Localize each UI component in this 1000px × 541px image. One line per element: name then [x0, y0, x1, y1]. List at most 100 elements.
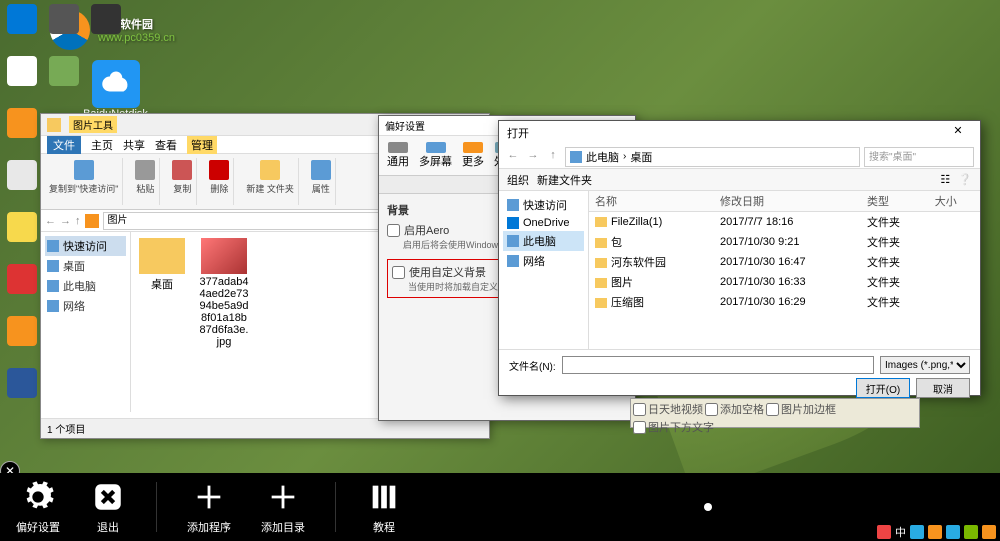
fm-item-image[interactable]: 377adab44aed2e7394be5a9d8f01a18b87d6fa3e… — [199, 238, 249, 348]
nav-up-icon[interactable]: ↑ — [75, 215, 81, 227]
col-size[interactable]: 大小 — [929, 191, 980, 212]
sidebar-quick[interactable]: 快速访问 — [45, 236, 126, 256]
file-row[interactable]: FileZilla(1)2017/7/7 18:16文件夹 — [589, 212, 980, 233]
sidebar-desktop[interactable]: 桌面 — [45, 256, 126, 276]
ime-indicator[interactable]: 中 — [895, 524, 906, 540]
dock-add-dir[interactable]: 添加目录 — [261, 479, 305, 535]
open-side-quick[interactable]: 快速访问 — [503, 195, 584, 215]
dock-preferences[interactable]: 偏好设置 — [16, 479, 60, 535]
fm-item-folder[interactable]: 桌面 — [137, 238, 187, 292]
tray-icon[interactable] — [910, 525, 924, 539]
fm-menu-file[interactable]: 文件 — [47, 136, 81, 154]
desktop-icon[interactable] — [4, 212, 40, 262]
open-search[interactable]: 搜索"桌面" — [864, 147, 974, 167]
qa-check[interactable]: 图片加边框 — [766, 401, 836, 417]
qa-check[interactable]: 图片下方文字 — [633, 419, 714, 435]
file-row[interactable]: 压缩图2017/10/30 16:29文件夹 — [589, 292, 980, 312]
desktop-icon[interactable] — [4, 316, 40, 366]
folder-icon — [85, 214, 99, 228]
nav-back-icon[interactable]: ← — [45, 215, 56, 227]
open-side-network[interactable]: 网络 — [503, 251, 584, 271]
network-icon — [47, 300, 59, 312]
sidebar-thispc[interactable]: 此电脑 — [45, 276, 126, 296]
desktop-icon[interactable] — [4, 56, 40, 106]
desktop-icon[interactable] — [46, 56, 82, 106]
view-icon[interactable]: ☷ — [940, 173, 950, 186]
nav-fwd-icon[interactable]: → — [60, 215, 71, 227]
fm-menu-home[interactable]: 主页 — [91, 137, 113, 153]
ribbon-props[interactable]: 属性 — [307, 158, 336, 205]
open-dialog[interactable]: 打开 ✕ ← → ↑ 此电脑 › 桌面 搜索"桌面" 组织 新建文件夹 ☷ ❔ … — [498, 120, 981, 396]
open-side-onedrive[interactable]: OneDrive — [503, 215, 584, 231]
dock-exit[interactable]: 退出 — [90, 479, 126, 535]
fm-menu-view[interactable]: 查看 — [155, 137, 177, 153]
dock-add-program[interactable]: 添加程序 — [187, 479, 231, 535]
desktop-icon[interactable] — [4, 4, 40, 54]
desktop-icon[interactable] — [46, 4, 82, 54]
desktop-icon[interactable] — [4, 108, 40, 158]
dock-separator — [156, 482, 157, 532]
fm-menu-manage[interactable]: 管理 — [187, 136, 217, 154]
gear-icon — [388, 142, 408, 153]
open-newfolder[interactable]: 新建文件夹 — [537, 172, 592, 188]
open-path[interactable]: 此电脑 › 桌面 — [565, 147, 860, 167]
qa-panel: 日天地视频 添加空格 图片加边框 图片下方文字 — [630, 398, 920, 428]
pref-tab-multi[interactable]: 多屏幕 — [415, 140, 456, 171]
qa-check[interactable]: 添加空格 — [705, 401, 764, 417]
ribbon-cut[interactable]: 复制 — [168, 158, 197, 205]
tray-icon[interactable] — [946, 525, 960, 539]
folder-icon — [595, 278, 607, 288]
dock-page-indicator[interactable] — [704, 503, 712, 511]
desktop-icon[interactable] — [4, 160, 40, 210]
sidebar-network[interactable]: 网络 — [45, 296, 126, 316]
nav-fwd-icon[interactable]: → — [525, 149, 541, 165]
dock-tutorial[interactable]: 教程 — [366, 479, 402, 535]
file-row[interactable]: 图片2017/10/30 16:33文件夹 — [589, 272, 980, 292]
checkbox[interactable] — [387, 224, 400, 237]
open-file-list[interactable]: 名称 修改日期 类型 大小 FileZilla(1)2017/7/7 18:16… — [589, 191, 980, 349]
filename-input[interactable] — [562, 356, 874, 374]
filter-select[interactable]: Images (*.png,*.jpg,*.jpeg) — [880, 356, 970, 374]
help-icon[interactable]: ❔ — [958, 173, 972, 186]
system-tray[interactable]: 中 — [873, 523, 1000, 541]
tray-icon[interactable] — [928, 525, 942, 539]
ribbon-delete[interactable]: 删除 — [205, 158, 234, 205]
filename-label: 文件名(N): — [509, 358, 556, 373]
nav-back-icon[interactable]: ← — [505, 149, 521, 165]
file-row[interactable]: 包2017/10/30 9:21文件夹 — [589, 232, 980, 252]
file-row[interactable]: 河东软件园2017/10/30 16:47文件夹 — [589, 252, 980, 272]
fm-statusbar: 1 个项目 — [41, 418, 489, 438]
nav-up-icon[interactable]: ↑ — [545, 149, 561, 165]
tray-icon[interactable] — [877, 525, 891, 539]
fm-menu-share[interactable]: 共享 — [123, 137, 145, 153]
pref-tab-general[interactable]: 通用 — [383, 140, 413, 171]
checkbox[interactable] — [392, 266, 405, 279]
folder-icon — [595, 298, 607, 308]
dock-separator — [335, 482, 336, 532]
cancel-button[interactable]: 取消 — [916, 378, 970, 398]
folder-icon — [595, 258, 607, 268]
close-button[interactable]: ✕ — [944, 124, 972, 142]
pref-tab-more[interactable]: 更多 — [458, 140, 488, 171]
newfolder-icon — [260, 160, 280, 180]
desktop-icon[interactable] — [4, 368, 40, 418]
open-title: 打开 — [507, 125, 529, 141]
star-icon — [507, 199, 519, 211]
col-name[interactable]: 名称 — [589, 191, 714, 212]
qa-check[interactable]: 日天地视频 — [633, 401, 703, 417]
ribbon-new[interactable]: 新建 文件夹 — [242, 158, 299, 205]
col-date[interactable]: 修改日期 — [714, 191, 861, 212]
desktop-icon[interactable] — [4, 264, 40, 314]
open-side-thispc[interactable]: 此电脑 — [503, 231, 584, 251]
baidu-netdisk-icon[interactable]: BaiduNetdisk — [88, 60, 143, 120]
ribbon-paste[interactable]: 粘贴 — [131, 158, 160, 205]
open-button[interactable]: 打开(O) — [856, 378, 910, 398]
col-type[interactable]: 类型 — [861, 191, 929, 212]
monitors-icon — [426, 142, 446, 153]
open-organize[interactable]: 组织 — [507, 172, 529, 188]
ribbon-pin[interactable]: 复制到"快速访问" — [45, 158, 123, 205]
desktop-icon[interactable] — [88, 4, 124, 54]
tray-icon[interactable] — [964, 525, 978, 539]
books-icon — [366, 479, 402, 515]
tray-icon[interactable] — [982, 525, 996, 539]
